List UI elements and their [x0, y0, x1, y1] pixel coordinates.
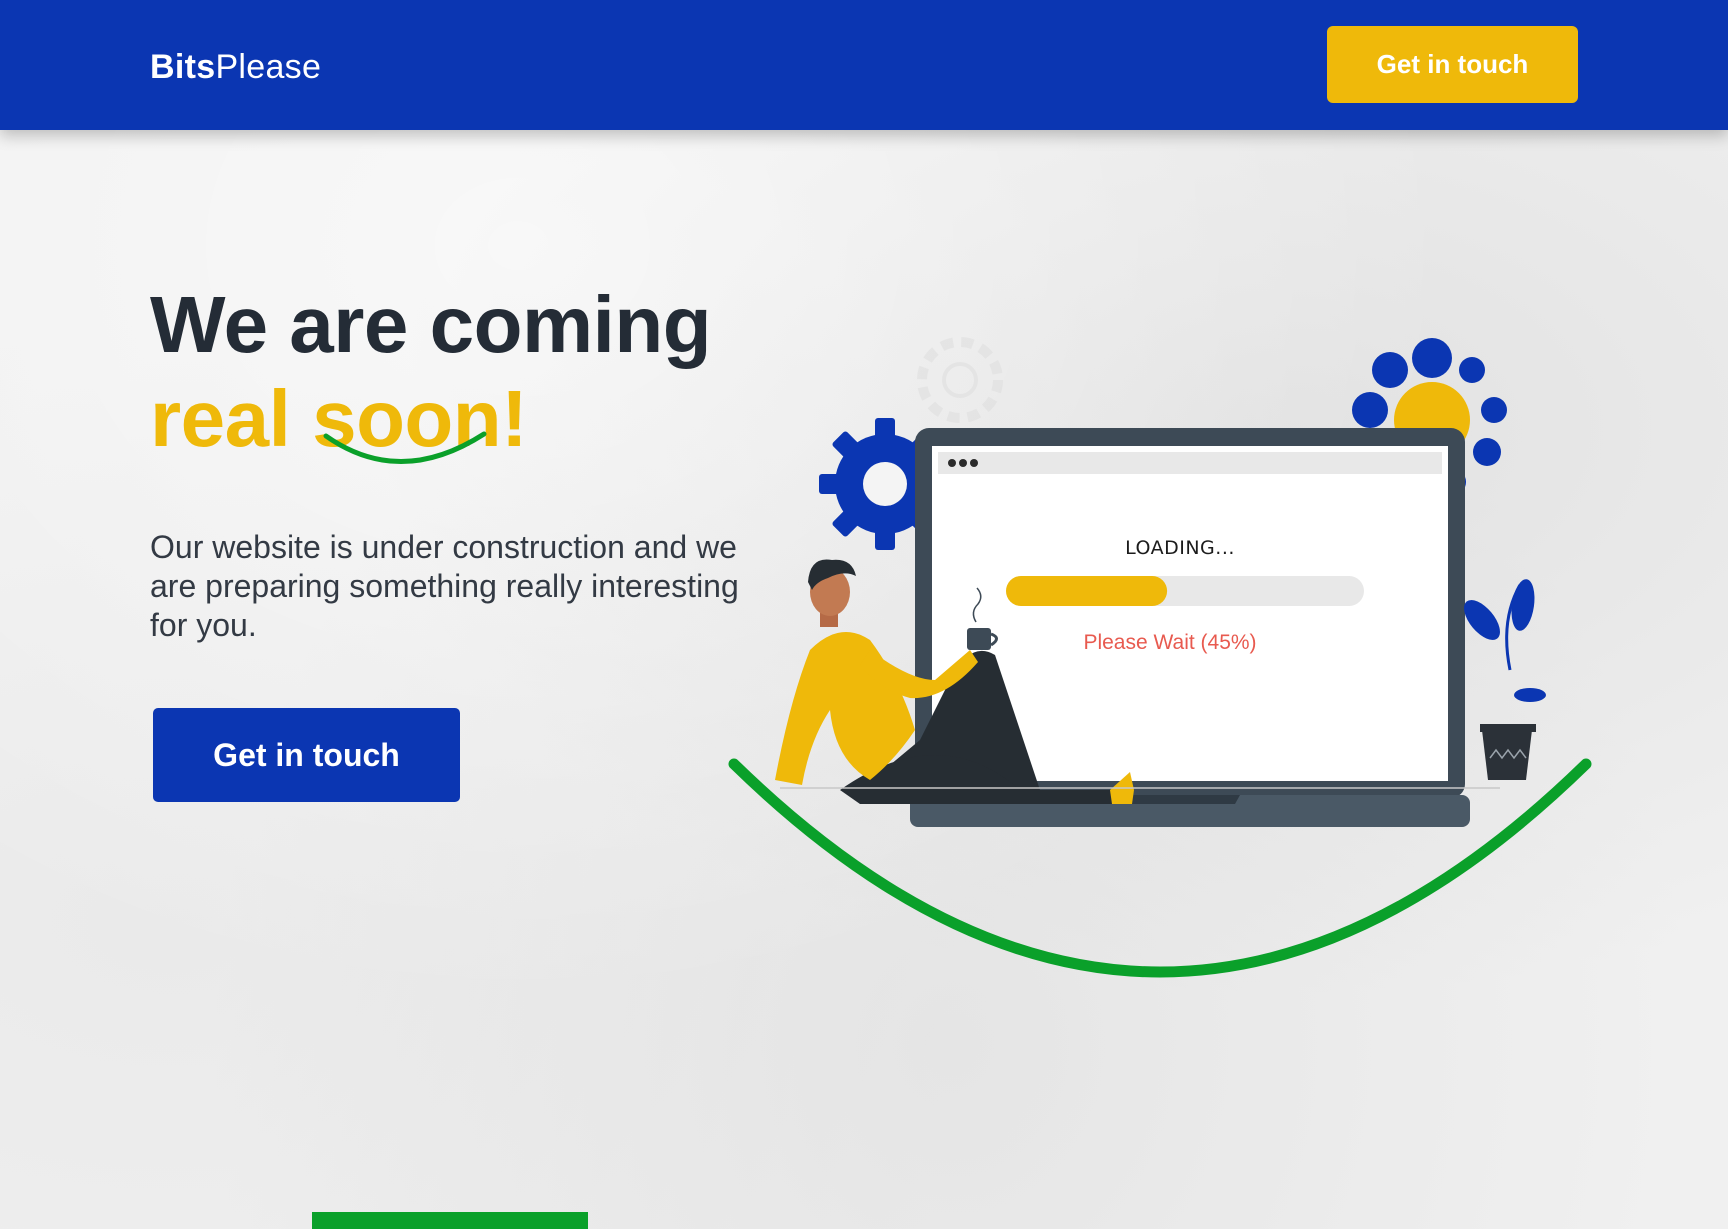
logo-light-text: Please [215, 48, 322, 86]
progress-bar-fill [1006, 576, 1168, 606]
site-logo[interactable]: BitsPlease [150, 48, 321, 87]
bottom-green-bar [312, 1212, 588, 1229]
header-get-in-touch-button[interactable]: Get in touch [1327, 26, 1578, 103]
progress-bar [1006, 576, 1364, 606]
under-construction-illustration: LOADING... Please Wait (45%) [728, 337, 1592, 978]
please-wait-text: Please Wait (45%) [1083, 631, 1256, 654]
hero-title-line1: We are coming [150, 280, 712, 369]
loading-label: LOADING... [1125, 537, 1235, 559]
plant-icon [1464, 579, 1546, 780]
faint-gear-icon [917, 337, 1003, 423]
top-navbar: BitsPlease Get in touch [0, 0, 1728, 130]
hero-subtitle: Our website is under construction and we… [150, 529, 739, 643]
hero-get-in-touch-button[interactable]: Get in touch [153, 708, 460, 802]
logo-bold-text: Bits [150, 48, 216, 86]
smile-underline-icon [323, 431, 487, 464]
